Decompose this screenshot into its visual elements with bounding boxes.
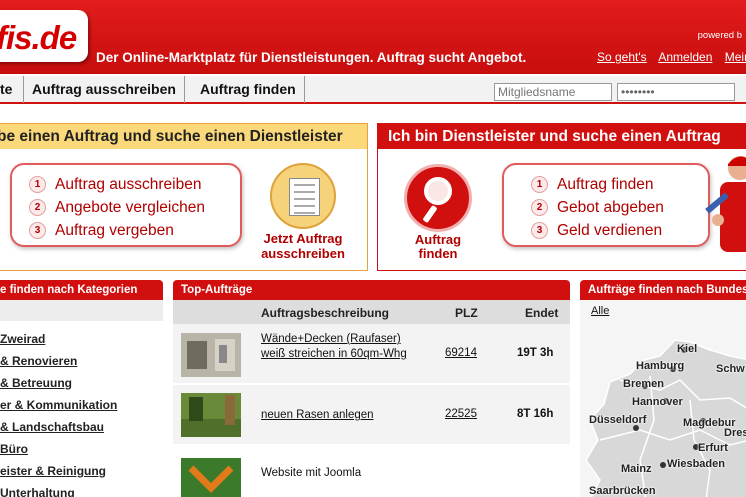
magnifier-icon[interactable] xyxy=(404,164,472,232)
mein-link[interactable]: Mein xyxy=(725,50,746,64)
city-erfurt[interactable]: Erfurt xyxy=(698,442,728,454)
step-number: 1 xyxy=(531,176,548,193)
promo-provider-title: Ich bin Dienstleister und suche einen Au… xyxy=(378,124,746,149)
table-row[interactable]: neuen Rasen anlegen 22525 8T 16h xyxy=(173,385,570,446)
col-beschreibung: Auftragsbeschreibung xyxy=(261,306,390,320)
so-gehts-link[interactable]: So geht's xyxy=(597,50,647,64)
step-item[interactable]: 3 Auftrag vergeben xyxy=(29,219,240,242)
top-auftraege-table: Auftragsbeschreibung PLZ Endet Wände+Dec… xyxy=(173,300,570,497)
job-thumbnail xyxy=(181,393,241,437)
step-label: Auftrag finden xyxy=(557,175,654,193)
header-links: So geht's Anmelden Mein xyxy=(597,50,746,64)
categories-subheader xyxy=(0,300,163,321)
category-link[interactable]: & Landschaftsbau xyxy=(0,420,163,442)
job-plz[interactable]: 22525 xyxy=(445,408,477,420)
step-label: Auftrag ausschreiben xyxy=(55,175,202,193)
city-marker xyxy=(660,462,666,468)
table-row[interactable]: Website mit Joomla xyxy=(173,446,570,497)
category-link[interactable]: Unterhaltung xyxy=(0,486,163,497)
job-thumbnail xyxy=(181,458,241,497)
bundesland-heading: Aufträge finden nach Bundes xyxy=(580,280,746,300)
step-number: 2 xyxy=(531,199,548,216)
step-item[interactable]: 1 Auftrag finden xyxy=(531,173,708,196)
categories-heading: e finden nach Kategorien xyxy=(0,280,163,300)
city-saarbruecken[interactable]: Saarbrücken xyxy=(589,485,656,497)
password-input[interactable] xyxy=(617,83,735,101)
step-item[interactable]: 2 Angebote vergleichen xyxy=(29,196,240,219)
city-hannover[interactable]: Hannover xyxy=(632,396,683,408)
job-description[interactable]: Wände+Decken (Raufaser) weiß streichen i… xyxy=(261,332,421,362)
col-plz: PLZ xyxy=(455,306,478,320)
city-mainz[interactable]: Mainz xyxy=(621,463,652,475)
city-wiesbaden[interactable]: Wiesbaden xyxy=(667,458,725,470)
step-label: Angebote vergleichen xyxy=(55,198,205,216)
anmelden-link[interactable]: Anmelden xyxy=(658,50,712,64)
powered-by: powered b xyxy=(697,30,742,41)
category-link[interactable]: Büro xyxy=(0,442,163,464)
city-bremen[interactable]: Bremen xyxy=(623,378,664,390)
main-nav: te Auftrag ausschreiben Auftrag finden xyxy=(0,74,746,104)
step-number: 3 xyxy=(531,222,548,239)
cta-auftrag-finden[interactable]: Auftrag finden xyxy=(395,233,481,261)
all-states-link[interactable]: Alle xyxy=(591,305,609,317)
site-header: fis.de Der Online-Marktplatz für Dienstl… xyxy=(0,0,746,74)
nav-item-auftrag-finden[interactable]: Auftrag finden xyxy=(192,76,305,103)
logo-text: fis.de xyxy=(0,19,77,56)
step-item[interactable]: 3 Geld verdienen xyxy=(531,219,708,242)
job-endet: 19T 3h xyxy=(517,347,554,359)
step-item[interactable]: 1 Auftrag ausschreiben xyxy=(29,173,240,196)
job-description[interactable]: neuen Rasen anlegen xyxy=(261,408,421,423)
job-thumbnail xyxy=(181,333,241,377)
nav-item-auftrag-ausschreiben[interactable]: Auftrag ausschreiben xyxy=(24,76,185,103)
city-kiel[interactable]: Kiel xyxy=(677,343,697,355)
document-icon[interactable] xyxy=(270,163,336,229)
nav-item-start[interactable]: te xyxy=(0,76,24,103)
step-label: Geld verdienen xyxy=(557,221,663,239)
slogan: Der Online-Marktplatz für Dienstleistung… xyxy=(96,50,527,65)
job-endet: 8T 16h xyxy=(517,408,554,420)
step-label: Auftrag vergeben xyxy=(55,221,174,239)
category-link[interactable]: eister & Reinigung xyxy=(0,464,163,486)
category-link[interactable]: Zweirad xyxy=(0,332,163,354)
step-number: 1 xyxy=(29,176,46,193)
col-endet: Endet xyxy=(525,306,559,320)
step-label: Gebot abgeben xyxy=(557,198,664,216)
member-name-input[interactable] xyxy=(494,83,612,101)
craftsman-illustration xyxy=(705,156,746,252)
category-list: Zweirad & Renovieren & Betreuung er & Ko… xyxy=(0,332,163,497)
logo[interactable]: fis.de xyxy=(0,10,88,62)
city-hamburg[interactable]: Hamburg xyxy=(636,360,684,372)
step-item[interactable]: 2 Gebot abgeben xyxy=(531,196,708,219)
provider-steps: 1 Auftrag finden 2 Gebot abgeben 3 Geld ver… xyxy=(502,163,710,247)
city-duesseldorf[interactable]: Düsseldorf xyxy=(589,414,646,426)
category-link[interactable]: & Betreuung xyxy=(0,376,163,398)
step-number: 3 xyxy=(29,222,46,239)
job-plz[interactable]: 69214 xyxy=(445,347,477,359)
germany-map[interactable] xyxy=(580,320,746,497)
city-dresden[interactable]: Dres xyxy=(724,427,746,439)
step-number: 2 xyxy=(29,199,46,216)
cta-auftrag-ausschreiben[interactable]: Jetzt Auftrag ausschreiben xyxy=(248,231,358,261)
category-link[interactable]: er & Kommunikation xyxy=(0,398,163,420)
promo-client-title: be einen Auftrag und suche einen Dienstl… xyxy=(0,124,367,149)
job-description[interactable]: Website mit Joomla xyxy=(261,466,421,481)
table-header: Auftragsbeschreibung PLZ Endet xyxy=(173,300,570,324)
client-steps: 1 Auftrag ausschreiben 2 Angebote vergleic… xyxy=(10,163,242,247)
top-auftraege-heading: Top-Aufträge xyxy=(173,280,570,300)
category-link[interactable]: & Renovieren xyxy=(0,354,163,376)
city-schwerin[interactable]: Schw xyxy=(716,363,745,375)
table-row[interactable]: Wände+Decken (Raufaser) weiß streichen i… xyxy=(173,324,570,385)
